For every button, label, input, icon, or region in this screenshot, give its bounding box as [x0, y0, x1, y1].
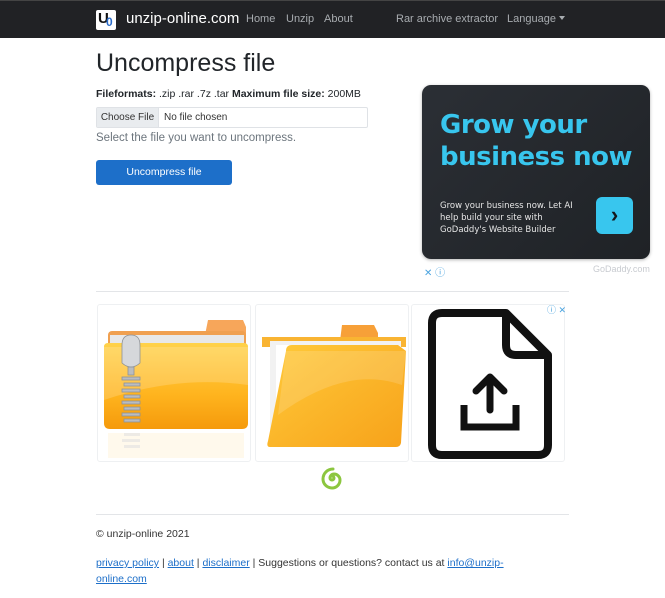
copyright: © unzip-online 2021	[96, 528, 190, 540]
navbar: U 0 unzip-online.com Home Unzip About Ra…	[0, 0, 665, 38]
formats-label: Fileformats:	[96, 88, 157, 100]
uncompress-button[interactable]: Uncompress file	[96, 160, 232, 185]
nav-rar-archive-extractor[interactable]: Rar archive extractor	[396, 13, 498, 25]
footer-links: privacy policy | about | disclaimer | Su…	[96, 555, 536, 587]
formats-value: .zip .rar .7z .tar	[156, 88, 232, 100]
logo-letter-o: 0	[106, 15, 113, 29]
separator: |	[159, 557, 168, 569]
contact-text: | Suggestions or questions? contact us a…	[249, 557, 448, 569]
caret-down-icon	[558, 16, 565, 20]
disclaimer-link[interactable]: disclaimer	[202, 557, 249, 569]
nav-unzip[interactable]: Unzip	[286, 13, 314, 25]
ad-tile-file-upload[interactable]	[411, 304, 565, 462]
file-status: No file chosen	[164, 112, 228, 123]
language-dropdown[interactable]: Language	[507, 13, 565, 25]
nav-about[interactable]: About	[324, 13, 353, 25]
ad-headline: Grow your business now	[440, 110, 633, 172]
ad-close-info-icons[interactable]: ✕ ⓘ	[424, 264, 445, 279]
spiral-logo-icon	[321, 467, 342, 490]
brand-link[interactable]: unzip-online.com	[126, 10, 239, 27]
open-folder-icon	[262, 325, 406, 447]
divider	[96, 514, 569, 515]
choose-file-button[interactable]: Choose File	[97, 108, 159, 127]
ad-sponsor[interactable]: GoDaddy.com	[593, 264, 650, 274]
file-input[interactable]: Choose File No file chosen	[96, 107, 368, 128]
file-formats-info: Fileformats: .zip .rar .7z .tar Maximum …	[96, 88, 361, 100]
file-upload-icon	[428, 309, 552, 459]
privacy-policy-link[interactable]: privacy policy	[96, 557, 159, 569]
language-label: Language	[507, 13, 556, 25]
help-text: Select the file you want to uncompress.	[96, 132, 297, 144]
page-title: Uncompress file	[96, 49, 276, 77]
brand-logo-icon[interactable]: U 0	[96, 10, 116, 30]
ad-tile-zip-folder[interactable]	[97, 304, 251, 462]
ad-tile-open-folder[interactable]	[255, 304, 409, 462]
ad-body: Grow your business now. Let AI help buil…	[440, 201, 573, 235]
ad-banner[interactable]: Grow your business now Grow your busines…	[422, 85, 650, 259]
about-link[interactable]: about	[168, 557, 194, 569]
max-size-value: 200MB	[324, 88, 361, 100]
image-ad-info-close-icons[interactable]: ⓘ ✕	[547, 303, 566, 316]
nav-home[interactable]: Home	[246, 13, 275, 25]
zip-folder-icon	[104, 320, 248, 458]
max-size-label: Maximum file size:	[231, 88, 325, 100]
divider	[96, 291, 569, 292]
chevron-right-icon: ›	[610, 202, 619, 227]
ad-cta-button[interactable]: ›	[596, 197, 633, 234]
